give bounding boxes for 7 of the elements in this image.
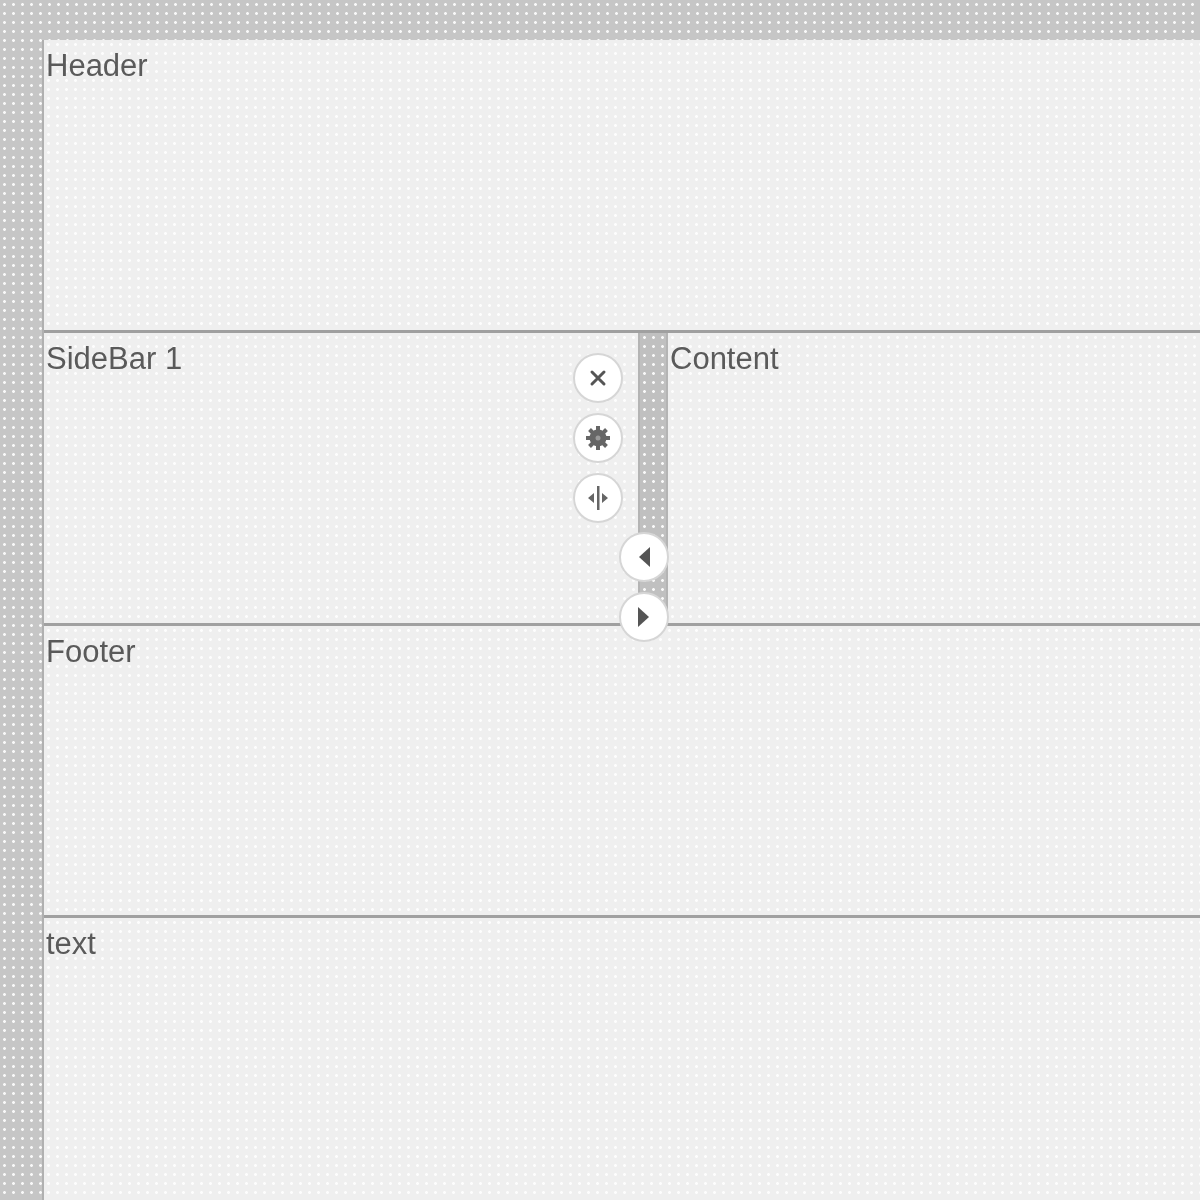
panel-label: Footer [45, 633, 137, 667]
panel-label: text [45, 925, 97, 959]
settings-icon [585, 425, 611, 451]
panel-label: SideBar 1 [45, 340, 184, 374]
close-icon [588, 368, 608, 388]
panel-label: Content [669, 340, 780, 374]
panel-label: Header [45, 47, 149, 81]
